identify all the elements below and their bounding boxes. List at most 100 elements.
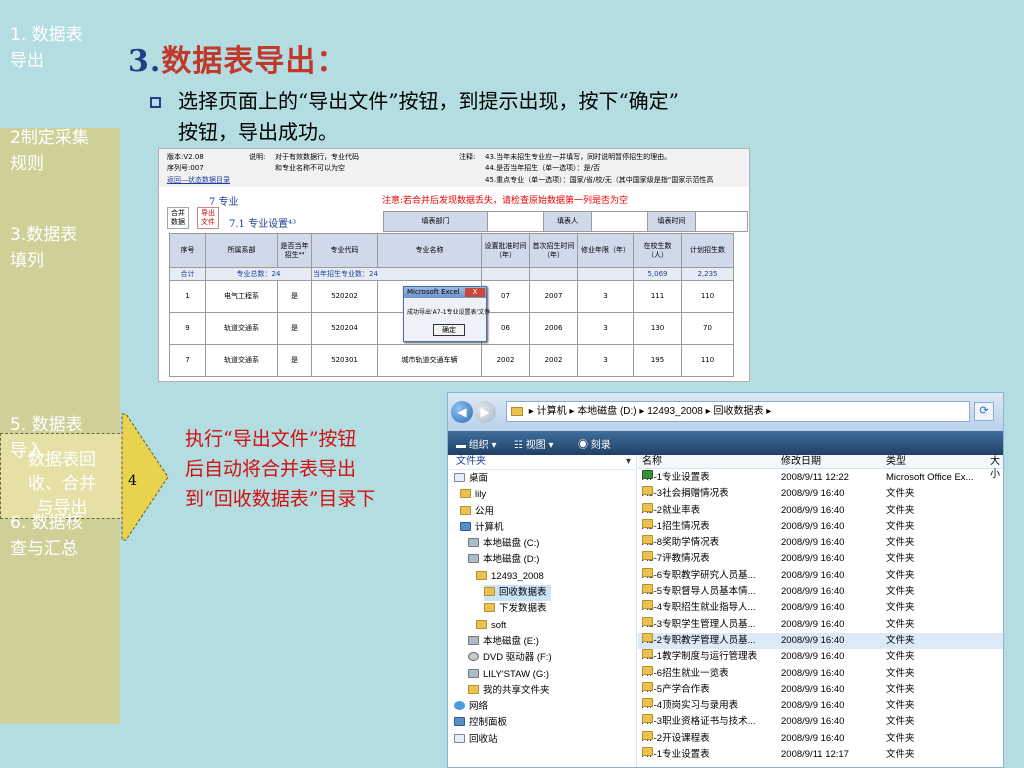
tree-item[interactable]: 本地磁盘 (D:) bbox=[448, 552, 637, 568]
explanation-caption: 执行“导出文件”按钮 后自动将合并表导出 到“回收数据表”目录下 bbox=[185, 428, 376, 510]
nav-item-fill[interactable]: 3.数据表 填列 bbox=[10, 222, 110, 274]
folders-header[interactable]: 文件夹 ▾ bbox=[448, 455, 637, 470]
path-segment[interactable]: 回收数据表 bbox=[713, 406, 763, 417]
file-type: 文件夹 bbox=[886, 553, 915, 565]
nav-item-export[interactable]: 1. 数据表 导出 bbox=[10, 22, 110, 74]
recycle-bin-icon bbox=[454, 733, 465, 743]
fill-time-value[interactable] bbox=[695, 211, 748, 232]
tree-item[interactable]: 控制面板 bbox=[448, 715, 637, 731]
file-date: 2008/9/9 16:40 bbox=[781, 504, 845, 516]
file-row[interactable]: A7-4顶岗实习与录用表 2008/9/9 16:40 文件夹 bbox=[638, 698, 1003, 714]
file-row[interactable]: A9-1招生情况表 2008/9/9 16:40 文件夹 bbox=[638, 518, 1003, 535]
drive-icon bbox=[468, 538, 479, 548]
note-label: 注释: bbox=[459, 153, 476, 161]
back-arrow-icon[interactable]: ◀ bbox=[451, 401, 473, 423]
col-header: 设置批准时间（年） bbox=[481, 233, 530, 268]
back-to-catalog-link[interactable]: 返回—状态数据目录 bbox=[167, 175, 230, 185]
tree-item[interactable]: 12493_2008 bbox=[448, 569, 637, 585]
tree-item[interactable]: DVD 驱动器 (F:) bbox=[448, 650, 637, 666]
file-name: A8-2专职教学管理人员基... bbox=[642, 634, 756, 646]
tree-item[interactable]: 本地磁盘 (C:) bbox=[448, 536, 637, 552]
file-type: 文件夹 bbox=[886, 504, 915, 516]
file-type: 文件夹 bbox=[886, 700, 915, 712]
total-students: 5,069 bbox=[633, 267, 682, 281]
tree-item[interactable]: 桌面 bbox=[448, 471, 637, 487]
file-date: 2008/9/9 16:40 bbox=[781, 716, 845, 728]
file-row[interactable]: A8-3专职学生管理人员基... 2008/9/9 16:40 文件夹 bbox=[638, 616, 1003, 633]
explorer-toolbar: ▬ 组织 ▾ ☷ 视图 ▾ ◉ 刻录 bbox=[448, 431, 1003, 455]
path-segment[interactable]: 本地磁盘 (D:) bbox=[577, 406, 636, 417]
file-date: 2008/9/9 16:40 bbox=[781, 683, 845, 695]
file-row[interactable]: A8-4专职招生就业指导人... 2008/9/9 16:40 文件夹 bbox=[638, 600, 1003, 616]
file-row[interactable]: A8-2专职教学管理人员基... 2008/9/9 16:40 文件夹 bbox=[638, 632, 1003, 650]
file-name: A8-4专职招生就业指导人... bbox=[642, 602, 756, 614]
dialog-close-button[interactable]: X bbox=[465, 288, 485, 297]
network-icon bbox=[454, 701, 465, 711]
path-segment[interactable]: 12493_2008 bbox=[647, 406, 703, 417]
file-row[interactable]: A7-1专业设置表 2008/9/11 12:17 文件夹 bbox=[638, 747, 1003, 763]
file-row[interactable]: A7-5产学合作表 2008/9/9 16:40 文件夹 bbox=[638, 681, 1003, 698]
tree-item-selected[interactable]: 回收数据表 bbox=[484, 585, 551, 602]
file-date: 2008/9/9 16:40 bbox=[781, 586, 845, 598]
col-name-header[interactable]: 名称 bbox=[642, 455, 662, 468]
col-type-header[interactable]: 类型 bbox=[886, 455, 906, 468]
tree-item[interactable]: 本地磁盘 (E:) bbox=[448, 634, 637, 650]
folder-icon bbox=[511, 406, 523, 416]
file-row[interactable]: A7-6招生就业一览表 2008/9/9 16:40 文件夹 bbox=[638, 665, 1003, 682]
folder-icon bbox=[476, 570, 487, 580]
nav-item-rules[interactable]: 2制定采集 规则 bbox=[10, 125, 110, 177]
file-row[interactable]: A7-3职业资格证书与技术... 2008/9/9 16:40 文件夹 bbox=[638, 714, 1003, 730]
tree-item[interactable]: 网络 bbox=[448, 699, 637, 715]
tree-item[interactable]: 回收站 bbox=[448, 732, 637, 748]
file-row[interactable]: A8-7评教情况表 2008/9/9 16:40 文件夹 bbox=[638, 551, 1003, 567]
address-path[interactable]: ▸ 计算机 ▸ 本地磁盘 (D:) ▸ 12493_2008 ▸ 回收数据表 ▸ bbox=[506, 401, 970, 422]
fill-dept-value[interactable] bbox=[487, 211, 544, 232]
organize-button[interactable]: ▬ 组织 ▾ bbox=[456, 436, 497, 451]
file-row[interactable]: A7-1专业设置表 2008/9/11 12:22 Microsoft Office… bbox=[638, 470, 1003, 486]
collapse-chevron-icon[interactable]: ▾ bbox=[626, 455, 631, 469]
tree-item[interactable]: LILY'STAW (G:) bbox=[448, 667, 637, 683]
merge-warning: 注意:若合并后发现数据丢失，请检查原始数据第一列是否为空 bbox=[382, 196, 629, 206]
current-step-number: 4 bbox=[128, 473, 137, 489]
dialog-ok-button[interactable]: 确定 bbox=[433, 324, 465, 336]
desc-label: 说明: bbox=[249, 153, 266, 161]
file-date: 2008/9/9 16:40 bbox=[781, 732, 845, 744]
table-row[interactable]: 7 轨道交通系是 520301 城市轨道交通车辆 2002 2002 3 195 110 bbox=[169, 344, 734, 377]
tree-item[interactable]: lily bbox=[448, 487, 637, 503]
col-date-header[interactable]: 修改日期 bbox=[781, 455, 821, 468]
file-type: 文件夹 bbox=[886, 537, 915, 549]
organize-icon: ▬ bbox=[456, 440, 469, 451]
nav-item-verify[interactable]: 6. 数据核 查与汇总 bbox=[10, 510, 110, 562]
tree-item[interactable]: 下发数据表 bbox=[448, 601, 637, 617]
burn-button[interactable]: ◉ 刻录 bbox=[578, 436, 611, 451]
file-row[interactable]: A8-6专职教学研究人员基... 2008/9/9 16:40 文件夹 bbox=[638, 567, 1003, 584]
merge-data-button[interactable]: 合并数据 bbox=[167, 207, 189, 229]
file-date: 2008/9/9 16:40 bbox=[781, 602, 845, 614]
export-file-button[interactable]: 导出文件 bbox=[197, 207, 219, 229]
tree-item[interactable]: 公用 bbox=[448, 504, 637, 520]
file-list: A7-1专业设置表 2008/9/11 12:22 Microsoft Office… bbox=[638, 470, 1003, 763]
views-button[interactable]: ☷ 视图 ▾ bbox=[514, 436, 554, 451]
file-row[interactable]: A8-8奖助学情况表 2008/9/9 16:40 文件夹 bbox=[638, 535, 1003, 551]
file-row[interactable]: A9-3社会捐赠情况表 2008/9/9 16:40 文件夹 bbox=[638, 486, 1003, 502]
file-type: 文件夹 bbox=[886, 651, 915, 663]
tree-item[interactable]: 我的共享文件夹 bbox=[448, 683, 637, 699]
folder-icon bbox=[476, 619, 487, 629]
folder-icon bbox=[642, 518, 653, 528]
folder-tree: 桌面 lily 公用 计算机 本地磁盘 (C:) 本地磁盘 (D:) 12493… bbox=[448, 471, 637, 748]
tree-item[interactable]: 计算机 bbox=[448, 520, 637, 536]
tree-item[interactable]: soft bbox=[448, 618, 637, 634]
filler-value[interactable] bbox=[591, 211, 648, 232]
file-row[interactable]: A8-5专职督导人员基本情... 2008/9/9 16:40 文件夹 bbox=[638, 584, 1003, 600]
file-row[interactable]: A8-1教学制度与运行管理表 2008/9/9 16:40 文件夹 bbox=[638, 649, 1003, 665]
nav-item-import[interactable]: 5. 数据表 导入 bbox=[10, 412, 110, 464]
refresh-icon[interactable]: ⟳ bbox=[974, 402, 994, 421]
user-folder-icon bbox=[460, 489, 471, 499]
file-row[interactable]: A7-2开设课程表 2008/9/9 16:40 文件夹 bbox=[638, 730, 1003, 747]
file-row[interactable]: A9-2就业率表 2008/9/9 16:40 文件夹 bbox=[638, 502, 1003, 519]
forward-arrow-icon[interactable]: ▶ bbox=[474, 401, 496, 423]
file-type: 文件夹 bbox=[886, 586, 915, 598]
total-plan: 2,235 bbox=[681, 267, 734, 281]
file-list-pane: 名称 修改日期 类型 大小 A7-1专业设置表 2008/9/11 12:22 Mi… bbox=[638, 455, 1003, 767]
path-segment[interactable]: 计算机 bbox=[537, 406, 567, 417]
